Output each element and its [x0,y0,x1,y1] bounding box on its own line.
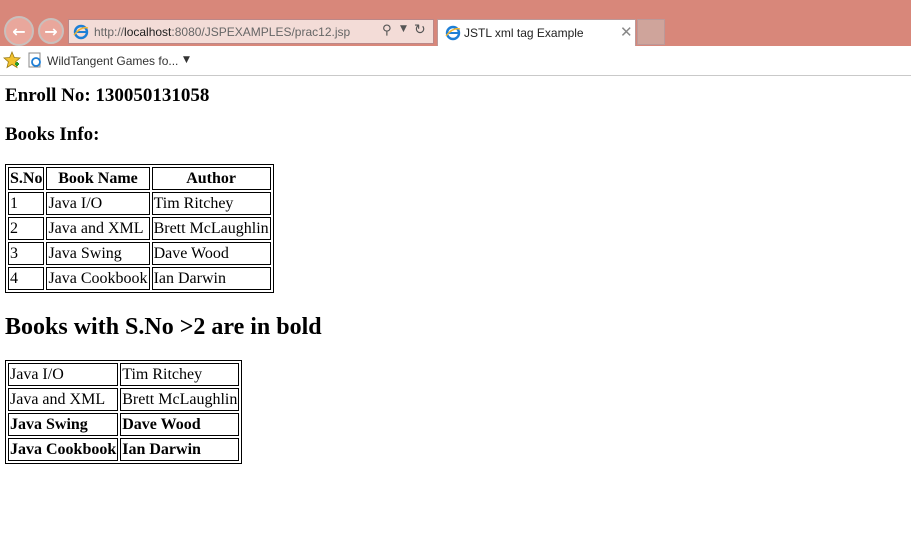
tab-title: JSTL xml tag Example [464,26,584,40]
table-cell: Brett McLaughlin [120,388,240,411]
chevron-down-icon[interactable]: ▼ [400,24,407,34]
table-header-row: S.No Book Name Author [8,167,271,190]
table-row-bold: Java Cookbook Ian Darwin [8,438,240,461]
table-cell: Dave Wood [151,242,271,265]
table-cell: Java Cookbook [8,438,119,461]
close-icon[interactable]: ✕ [620,23,633,41]
table-cell: Java Swing [46,242,150,265]
table-row: 4 Java Cookbook Ian Darwin [8,267,271,290]
browser-chrome: ← → http://localhost:8080/JSPEXAMPLES/pr… [0,0,911,76]
table-cell: Java and XML [46,217,150,240]
url-scheme: http:// [94,25,125,39]
table-row: 2 Java and XML Brett McLaughlin [8,217,271,240]
url-path: :8080/JSPEXAMPLES/prac12.jsp [171,25,351,39]
table-row: Java and XML Brett McLaughlin [8,388,240,411]
browser-titlebar: ← → http://localhost:8080/JSPEXAMPLES/pr… [0,0,911,46]
ie-page-icon [445,25,461,41]
table-cell: Tim Ritchey [120,363,240,386]
table-cell: Java Cookbook [46,267,150,290]
back-button[interactable]: ← [4,16,34,46]
table-row: 3 Java Swing Dave Wood [8,242,271,265]
favorites-item-wildtangent[interactable]: WildTangent Games fo... [47,54,178,68]
table-cell: Java and XML [8,388,119,411]
url-host: localhost [124,25,172,39]
table-row-bold: Java Swing Dave Wood [8,413,240,436]
books-bold-table: Java I/O Tim Ritchey Java and XML Brett … [5,360,243,464]
new-tab-button[interactable] [637,19,665,45]
books-info-heading: Books Info: [5,124,100,145]
refresh-icon[interactable]: ↻ [414,22,426,38]
favorites-bar: WildTangent Games fo... ▼ [0,46,911,76]
table-cell: Ian Darwin [120,438,240,461]
table-cell: Java I/O [46,192,150,215]
table-cell: Ian Darwin [151,267,271,290]
address-bar[interactable]: http://localhost:8080/JSPEXAMPLES/prac12… [68,19,434,44]
chevron-down-icon[interactable]: ▼ [183,55,190,65]
arrow-right-icon: → [44,21,58,41]
books-table: S.No Book Name Author 1 Java I/O Tim Rit… [5,164,274,293]
bold-books-heading: Books with S.No >2 are in bold [5,314,322,340]
column-header: Book Name [46,167,150,190]
tab-active[interactable]: JSTL xml tag Example ✕ [437,19,636,46]
table-cell: 2 [8,217,45,240]
address-url[interactable]: http://localhost:8080/JSPEXAMPLES/prac12… [94,25,350,39]
table-row: Java I/O Tim Ritchey [8,363,240,386]
table-cell: 4 [8,267,45,290]
column-header: S.No [8,167,45,190]
page-content: Enroll No: 130050131058 Books Info: S.No… [5,76,905,464]
table-cell: Dave Wood [120,413,240,436]
column-header: Author [151,167,271,190]
arrow-left-icon: ← [12,21,26,41]
table-cell: Java I/O [8,363,119,386]
table-cell: Brett McLaughlin [151,217,271,240]
table-row: 1 Java I/O Tim Ritchey [8,192,271,215]
search-icon[interactable]: ⚲ [382,23,392,38]
table-cell: Java Swing [8,413,119,436]
ie-page-icon [73,24,89,40]
favorites-star-icon[interactable] [3,51,21,69]
table-cell: 3 [8,242,45,265]
table-cell: Tim Ritchey [151,192,271,215]
enroll-heading: Enroll No: 130050131058 [5,85,210,106]
table-cell: 1 [8,192,45,215]
forward-button[interactable]: → [38,18,64,44]
ie-page-icon [28,52,41,68]
